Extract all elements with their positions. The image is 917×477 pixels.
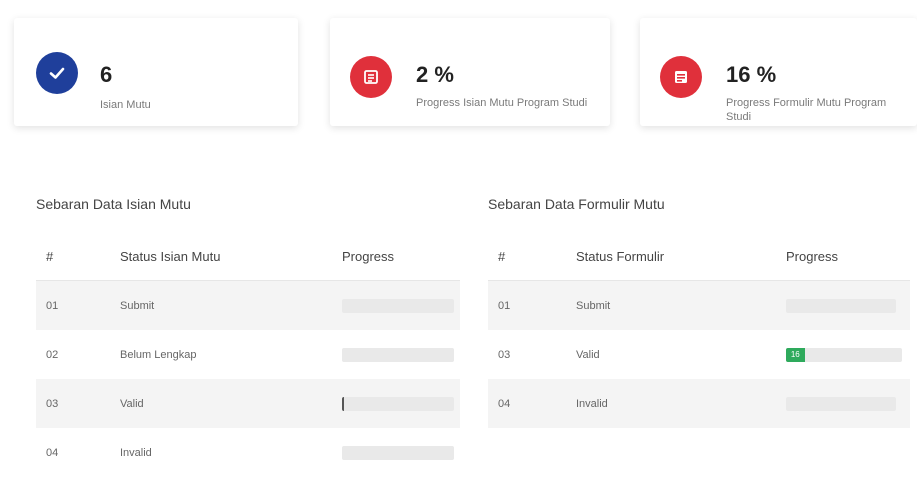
row-number: 04 (46, 446, 59, 459)
progress-bar (786, 396, 896, 411)
progress-fill (342, 396, 345, 411)
table-row: 02 Belum Lengkap (36, 330, 460, 379)
col-header-status: Status Formulir (575, 232, 785, 281)
row-number: 03 (498, 348, 511, 361)
progress-bar: 16 (786, 347, 902, 362)
row-status: Submit (575, 280, 785, 330)
stat-label: Progress Isian Mutu Program Studi (416, 97, 588, 109)
form-icon (660, 56, 702, 98)
row-number: 01 (488, 280, 575, 330)
section-title-isian: Sebaran Data Isian Mutu (36, 196, 191, 212)
col-header-progress: Progress (341, 232, 460, 281)
row-number: 02 (46, 348, 59, 361)
table-formulir-mutu: # Status Formulir Progress 01 Submit 03 … (488, 232, 910, 428)
row-status: Submit (119, 280, 341, 330)
progress-fill: 16 (786, 347, 805, 362)
stat-value: 16 % (726, 62, 777, 87)
table-row: 01 Submit (36, 280, 460, 330)
row-status: Valid (119, 379, 341, 428)
col-header-number: # (36, 232, 119, 281)
check-circle-icon (36, 52, 78, 94)
progress-bar (342, 298, 454, 313)
row-status: Belum Lengkap (120, 348, 197, 361)
table-row: 01 Submit (488, 280, 910, 330)
row-status: Valid (576, 348, 600, 361)
stat-card-isian: 6 Isian Mutu (14, 18, 298, 126)
table-row: 03 Valid (36, 379, 460, 428)
stat-card-progress-formulir: 16 % Progress Formulir Mutu Program Stud… (640, 18, 917, 126)
progress-bar (342, 445, 454, 460)
stat-value: 2 % (416, 62, 454, 87)
row-status: Invalid (120, 446, 152, 459)
col-header-status: Status Isian Mutu (119, 232, 341, 281)
col-header-number: # (488, 232, 575, 281)
table-row: 04 Invalid (36, 428, 460, 477)
row-number: 03 (36, 379, 119, 428)
table-row: 03 Valid 16 (488, 330, 910, 379)
row-number: 01 (36, 280, 119, 330)
table-isian-mutu: # Status Isian Mutu Progress 01 Submit 0… (36, 232, 460, 477)
section-title-formulir: Sebaran Data Formulir Mutu (488, 196, 665, 212)
progress-bar (342, 347, 454, 362)
list-icon (350, 56, 392, 98)
col-header-progress: Progress (785, 232, 910, 281)
row-status: Invalid (575, 379, 785, 428)
table-row: 04 Invalid (488, 379, 910, 428)
stat-card-progress-isian: 2 % Progress Isian Mutu Program Studi (330, 18, 610, 126)
progress-bar (786, 298, 896, 313)
row-number: 04 (488, 379, 575, 428)
progress-bar (342, 396, 454, 411)
stat-value: 6 (100, 62, 113, 87)
stat-label: Progress Formulir Mutu Program Studi (726, 97, 887, 123)
stat-label: Isian Mutu (100, 99, 151, 111)
